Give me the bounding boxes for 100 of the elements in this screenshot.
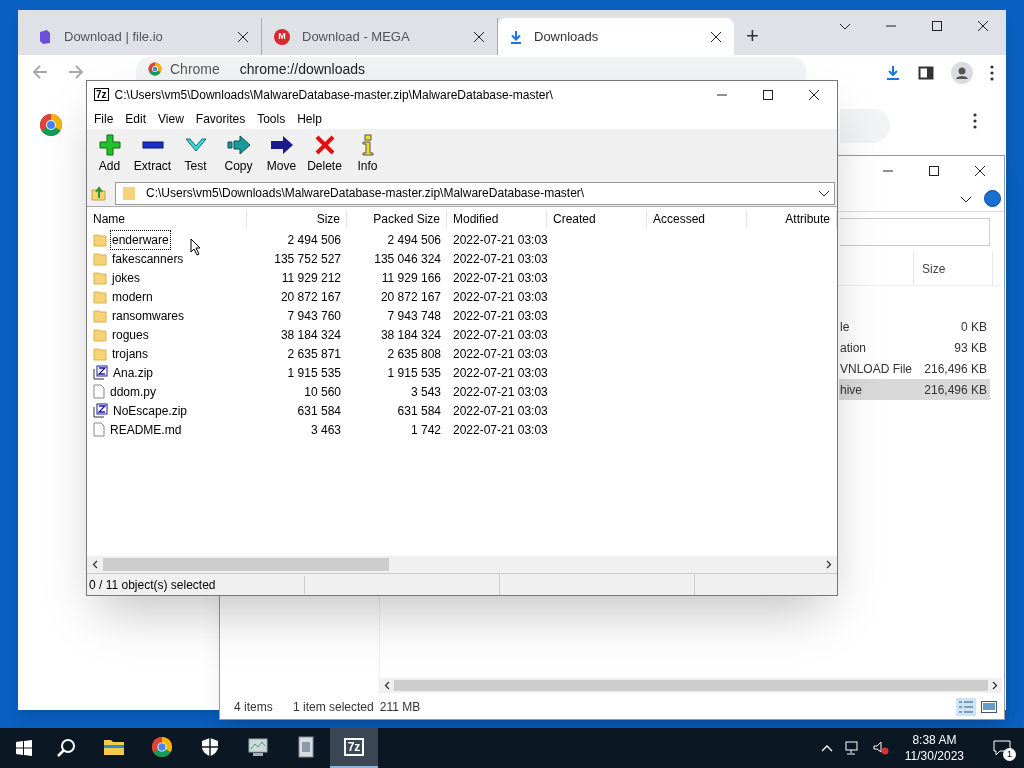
clock[interactable]: 8:38 AM 11/30/2023 (900, 732, 968, 764)
close-icon[interactable] (974, 165, 986, 177)
file-name[interactable]: NoEscape.zip (111, 400, 190, 421)
file-size: 216,496 KB (923, 381, 988, 399)
file-row[interactable]: VNLOAD File 216,496 KB (839, 358, 990, 379)
maximize-icon[interactable] (931, 20, 943, 32)
search-field[interactable] (840, 218, 990, 246)
close-icon[interactable] (473, 30, 485, 43)
column-header[interactable]: Created (547, 209, 647, 228)
close-icon[interactable] (808, 88, 820, 101)
horizontal-scrollbar[interactable] (87, 556, 837, 573)
scroll-left-icon[interactable] (92, 560, 98, 569)
file-name[interactable]: trojans (110, 343, 151, 364)
search-icon[interactable] (56, 738, 76, 758)
folder-icon (93, 289, 107, 304)
table-cell-text: 631 584 (296, 402, 342, 420)
file-name[interactable]: README.md (108, 419, 184, 440)
browser-tab[interactable]: Download | file.io (26, 18, 262, 55)
menu-item[interactable]: View (152, 109, 190, 128)
file-name[interactable]: ransomwares (110, 305, 187, 326)
muted-speaker-icon[interactable] (872, 741, 889, 755)
up-folder-icon[interactable] (91, 185, 107, 201)
arrow-right-icon (226, 135, 251, 155)
help-icon[interactable] (984, 190, 1001, 207)
download-icon[interactable] (885, 65, 901, 81)
table-cell-text: 2022-07-21 03:03 (452, 345, 547, 363)
column-header[interactable]: Modified (447, 209, 547, 228)
close-icon[interactable] (977, 20, 989, 32)
browser-tab[interactable]: Downloads (498, 18, 734, 55)
file-name[interactable]: modern (110, 286, 155, 307)
close-icon[interactable] (710, 30, 722, 43)
column-header[interactable]: Size (247, 209, 347, 228)
notification-button[interactable]: 1 (980, 728, 1024, 768)
menu-item[interactable]: Help (291, 109, 328, 128)
search-field[interactable] (840, 109, 890, 143)
monitor-icon (247, 737, 269, 757)
folder-icon (93, 232, 107, 247)
file-name[interactable]: Ana.zip (111, 362, 156, 383)
close-icon[interactable] (237, 30, 249, 43)
menu-icon[interactable] (990, 65, 994, 81)
table-cell-text: 1 915 535 (386, 364, 442, 382)
table-cell-text: 20 872 167 (379, 288, 442, 306)
scroll-left-icon[interactable] (384, 681, 390, 690)
table-cell-text: 3 463 (309, 421, 342, 439)
menu-item[interactable]: Edit (119, 109, 153, 128)
path-field[interactable]: C:\Users\vm5\Downloads\MalwareDatabase-master.zip\MalwareDatabase-master\ (115, 181, 835, 205)
file-row[interactable]: le 0 KB (839, 316, 990, 337)
column-header[interactable]: Size (913, 252, 993, 285)
table-cell-text: 135 046 324 (373, 250, 442, 268)
menu-icon[interactable] (973, 113, 977, 129)
toolbar-button[interactable]: Move (260, 133, 303, 175)
file-name[interactable]: fakescanners (110, 248, 186, 269)
clock-date: 11/30/2023 (904, 748, 964, 764)
maximize-icon[interactable] (928, 165, 940, 177)
horizontal-scrollbar[interactable] (380, 678, 1002, 693)
file-name[interactable]: enderware (110, 229, 171, 250)
address-bar[interactable]: Chrome chrome://downloads (136, 57, 806, 80)
file-name[interactable]: rogues (110, 324, 151, 345)
column-header[interactable]: Attribute (747, 209, 837, 228)
maximize-icon[interactable] (762, 88, 774, 101)
scroll-right-icon[interactable] (992, 681, 998, 690)
column-header[interactable]: Name (87, 209, 247, 228)
table-cell-text: 7 943 748 (386, 307, 442, 325)
network-icon[interactable] (844, 741, 861, 755)
side-panel-icon[interactable] (918, 65, 934, 81)
toolbar-button[interactable]: Delete (303, 133, 346, 175)
file-row[interactable]: ation 93 KB (839, 337, 990, 358)
file-name: hive (839, 381, 863, 399)
file-name[interactable]: jokes (110, 267, 142, 288)
new-tab-button[interactable]: + (746, 25, 759, 47)
table-cell-text: 2022-07-21 03:03 (452, 288, 547, 306)
selection-size: 211 MB (379, 699, 421, 716)
profile-icon[interactable] (951, 62, 973, 84)
table-cell-text: 2022-07-21 03:03 (452, 383, 547, 401)
column-header[interactable]: Packed Size (347, 209, 447, 228)
menu-item[interactable]: File (88, 109, 120, 128)
file-name: ation (839, 339, 868, 357)
taskbar-button[interactable]: 7z (330, 728, 378, 768)
toolbar-button[interactable]: Info (346, 133, 389, 175)
table-cell-text: 135 752 527 (273, 250, 342, 268)
installer-icon (296, 736, 316, 758)
menu-item[interactable]: Tools (251, 109, 292, 128)
menu-item[interactable]: Favorites (189, 109, 252, 128)
toolbar-button[interactable]: Copy (217, 133, 260, 175)
file-row[interactable]: hive 216,496 KB (839, 379, 990, 400)
table-cell-text: 38 184 324 (279, 326, 342, 344)
tab-title: Download - MEGA (302, 27, 411, 46)
file-name[interactable]: ddom.py (108, 381, 159, 402)
cross-icon (314, 135, 335, 155)
download-icon (510, 29, 522, 44)
scroll-right-icon[interactable] (826, 560, 832, 569)
chevron-up-icon[interactable] (820, 744, 833, 752)
toolbar-button[interactable]: Extract (131, 133, 174, 175)
file-size: 0 KB (960, 318, 988, 336)
thumbnail-view-icon[interactable] (980, 700, 998, 714)
table-cell-text: 2 494 506 (286, 231, 342, 249)
toolbar-button[interactable]: Test (174, 133, 217, 175)
column-header[interactable]: Accessed (647, 209, 747, 228)
start-icon[interactable] (16, 740, 32, 756)
toolbar-button[interactable]: Add (88, 133, 131, 175)
